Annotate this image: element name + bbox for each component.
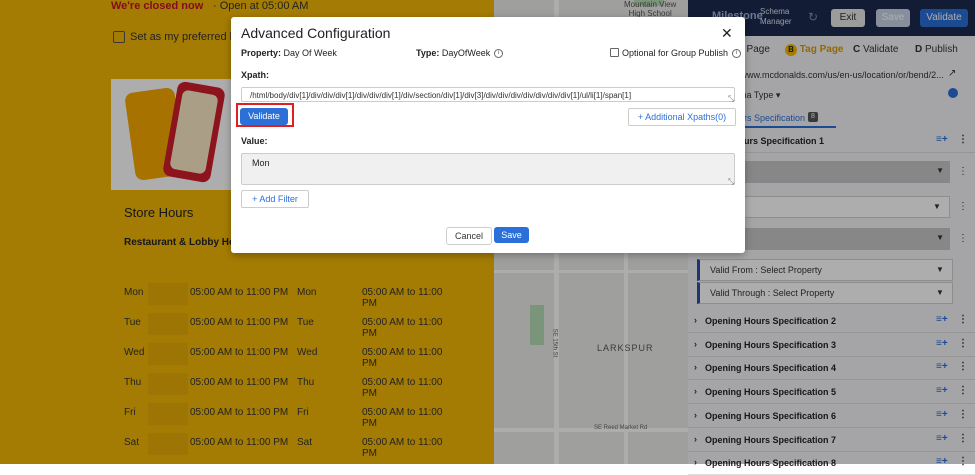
type-value: DayOfWeek bbox=[441, 48, 491, 58]
optional-info: Optional for Group Publish i bbox=[622, 48, 742, 59]
property-info: Property: Day Of Week bbox=[241, 48, 337, 58]
value-label: Value: bbox=[241, 136, 268, 146]
xpath-input[interactable]: /html/body/div[1]/div/div/div[1]/div/div… bbox=[241, 87, 735, 102]
cancel-button[interactable]: Cancel bbox=[446, 227, 492, 245]
save-modal-button[interactable]: Save bbox=[494, 227, 529, 243]
resize-handle-icon[interactable]: ⤡ bbox=[728, 94, 734, 104]
info-icon[interactable]: i bbox=[494, 49, 504, 59]
advanced-config-modal: Advanced Configuration ✕ Property: Day O… bbox=[231, 17, 745, 253]
type-info: Type: DayOfWeek i bbox=[416, 48, 504, 59]
optional-label: Optional for Group Publish bbox=[622, 48, 729, 58]
add-filter-button[interactable]: + Add Filter bbox=[241, 190, 309, 208]
type-label: Type: bbox=[416, 48, 440, 58]
xpath-label: Xpath: bbox=[241, 70, 269, 80]
value-field[interactable]: Mon bbox=[241, 153, 735, 185]
property-value: Day Of Week bbox=[283, 48, 337, 58]
modal-title: Advanced Configuration bbox=[241, 25, 391, 41]
close-icon[interactable]: ✕ bbox=[721, 25, 733, 42]
validate-xpath-button[interactable]: Validate bbox=[240, 108, 288, 125]
info-icon[interactable]: i bbox=[732, 49, 742, 59]
additional-xpaths-button[interactable]: + Additional Xpaths(0) bbox=[628, 108, 736, 126]
optional-group-publish-checkbox[interactable] bbox=[610, 48, 619, 57]
resize-handle-icon[interactable]: ⤡ bbox=[728, 177, 734, 187]
property-label: Property: bbox=[241, 48, 282, 58]
